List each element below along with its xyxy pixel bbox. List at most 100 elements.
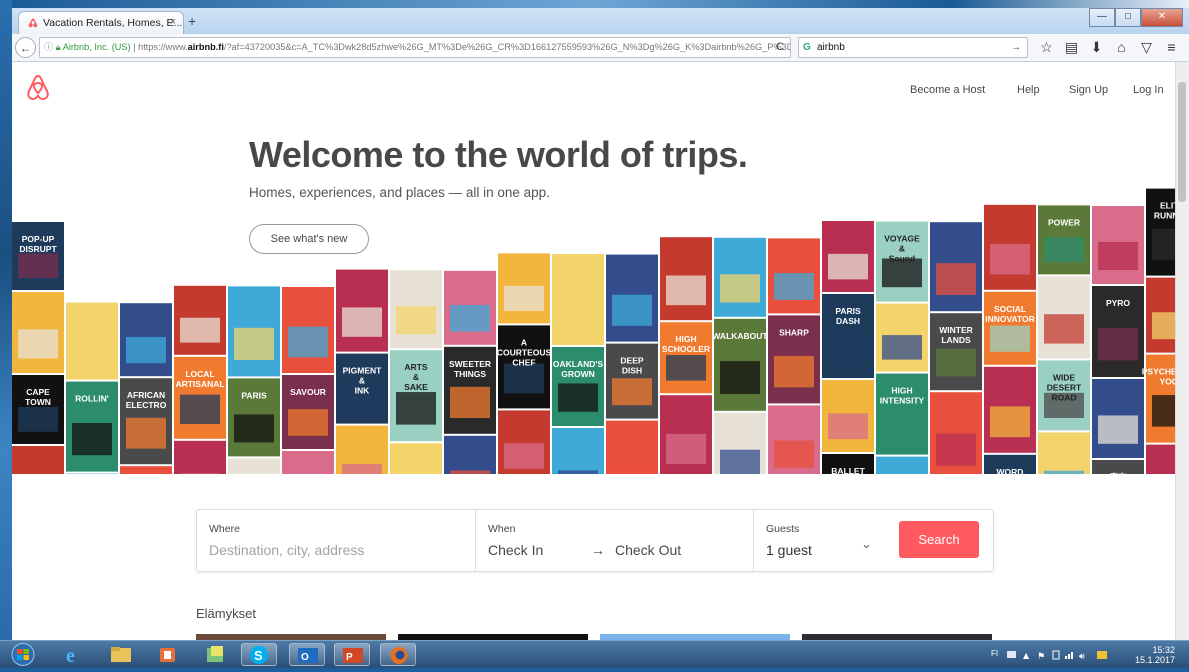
scrollbar-thumb[interactable]	[1178, 82, 1186, 202]
notes-icon[interactable]	[197, 643, 233, 666]
search-go-icon[interactable]: →	[1011, 38, 1021, 57]
trip-cover-title: DASH	[836, 316, 860, 326]
when-field[interactable]: When Check In → Check Out	[476, 510, 753, 571]
pocket-icon[interactable]: ▽	[1134, 38, 1159, 57]
clock-time: 15:32	[1135, 645, 1175, 655]
help-link[interactable]: Help	[1017, 84, 1040, 96]
trip-covers-collage: POP-UPDISRUPTCAPETOWNROLLIN'AFRICANELECT…	[12, 182, 1176, 474]
home-icon[interactable]: ⌂	[1109, 38, 1134, 57]
see-whats-new-button[interactable]: See what's new	[249, 224, 369, 254]
search-bar-value: airbnb	[817, 42, 845, 53]
back-button[interactable]: ←	[15, 37, 36, 58]
trip-cover: 東京	[1092, 460, 1144, 474]
system-tray-icons[interactable]: ▲ ⚑ 🔊︎	[1007, 649, 1122, 661]
bookmark-star-icon[interactable]: ☆	[1034, 38, 1059, 57]
where-input[interactable]: Destination, city, address	[209, 542, 364, 558]
trip-cover-art	[126, 337, 166, 363]
trip-cover-title: WINTER	[939, 325, 973, 335]
check-in-input[interactable]: Check In	[488, 542, 543, 558]
trip-cover-title: PIGMENT	[343, 366, 383, 376]
become-host-link[interactable]: Become a Host	[910, 84, 985, 96]
toolbar-icons: ☆ ▤ ⬇ ⌂ ▽ ≡	[1034, 38, 1184, 57]
file-explorer-icon[interactable]	[103, 643, 139, 666]
close-window-button[interactable]: ✕	[1141, 8, 1183, 27]
search-button[interactable]: Search	[899, 521, 979, 558]
trip-cover-art	[342, 307, 382, 336]
airbnb-logo-icon[interactable]	[25, 74, 51, 102]
trip-cover	[120, 466, 172, 474]
trip-cover-art	[936, 349, 976, 377]
guests-field[interactable]: Guests 1 guest ⌄	[754, 510, 884, 571]
trip-cover-title: INNOVATOR	[985, 314, 1035, 324]
trip-cover-title: PSYCHEDELIC	[1142, 367, 1176, 377]
check-out-input[interactable]: Check Out	[615, 542, 681, 558]
clock[interactable]: 15:32 15.1.2017	[1135, 645, 1175, 665]
site-identity: Airbnb, Inc. (US)	[63, 42, 131, 52]
trip-cover-art	[1152, 229, 1176, 260]
trip-cover-art	[990, 406, 1030, 437]
trip-cover: PYRO	[1092, 286, 1144, 377]
trip-cover-art	[774, 441, 814, 468]
site-info-icon[interactable]: ⓘ	[44, 42, 53, 52]
trip-cover: SWEETERTHINGS	[444, 347, 496, 434]
svg-text:▲: ▲	[1023, 651, 1030, 660]
lock-icon: 🔒︎	[56, 42, 61, 52]
trip-cover-image	[282, 451, 334, 474]
trip-cover-title: HIGH	[675, 334, 696, 344]
trip-cover-image	[120, 466, 172, 474]
trip-cover-art	[936, 263, 976, 295]
trip-cover-art	[558, 296, 598, 329]
start-button[interactable]	[8, 642, 38, 667]
browser-window: Vacation Rentals, Homes, E... × + — □ ✕ …	[12, 8, 1189, 640]
trip-cover	[228, 286, 280, 376]
menu-icon[interactable]: ≡	[1159, 38, 1184, 57]
trip-cover-image	[1038, 432, 1090, 474]
trip-cover-title: SWEETER	[449, 359, 491, 369]
media-player-icon[interactable]	[150, 643, 186, 666]
trip-cover-title: ARTS	[404, 362, 427, 372]
tab-close-icon[interactable]: ×	[170, 16, 176, 28]
firefox-icon[interactable]	[380, 643, 416, 666]
page-scrollbar[interactable]	[1175, 62, 1189, 640]
log-in-link[interactable]: Log In	[1133, 84, 1164, 96]
trip-cover-image	[444, 436, 496, 474]
trip-cover-art	[666, 355, 706, 381]
trip-cover: VOYAGE&Sound	[876, 222, 928, 302]
search-bar[interactable]: G airbnb →	[798, 37, 1028, 58]
download-icon[interactable]: ⬇	[1084, 38, 1109, 57]
trip-cover: POP-UPDISRUPT	[12, 222, 64, 290]
trip-cover	[660, 237, 712, 320]
trip-cover-title: INK	[355, 386, 371, 396]
internet-explorer-icon[interactable]: e	[56, 643, 92, 666]
airbnb-favicon-icon	[27, 17, 39, 29]
trip-cover	[174, 286, 226, 355]
browser-tab-airbnb[interactable]: Vacation Rentals, Homes, E... ×	[18, 11, 184, 34]
keyboard-language[interactable]: FI	[991, 649, 998, 658]
trip-cover-art	[180, 473, 220, 474]
trip-cover-art	[720, 450, 760, 474]
trip-cover	[390, 443, 442, 474]
guests-select[interactable]: 1 guest	[766, 542, 812, 558]
skype-icon[interactable]: S	[241, 643, 277, 666]
trip-cover-title: RUNNER	[1154, 211, 1176, 221]
chevron-down-icon[interactable]: ⌄	[861, 536, 872, 552]
url-separator: |	[133, 42, 135, 52]
new-tab-button[interactable]: +	[188, 13, 196, 29]
outlook-icon[interactable]: O	[289, 643, 325, 666]
sign-up-link[interactable]: Sign Up	[1069, 84, 1108, 96]
maximize-button[interactable]: □	[1115, 8, 1141, 27]
trip-cover	[984, 205, 1036, 290]
trip-cover-art	[666, 275, 706, 305]
where-field[interactable]: Where Destination, city, address	[197, 510, 475, 571]
trip-cover	[876, 304, 928, 372]
trip-cover-title: OAKLAND'S	[553, 359, 604, 369]
trip-cover-art	[936, 434, 976, 466]
reload-icon[interactable]: C	[776, 38, 784, 57]
reading-list-icon[interactable]: ▤	[1059, 38, 1084, 57]
powerpoint-icon[interactable]: P	[334, 643, 370, 666]
minimize-button[interactable]: —	[1089, 8, 1115, 27]
url-prefix: https://www.	[138, 42, 188, 52]
trip-cover-title: Sound	[889, 254, 915, 264]
trip-cover-title: GROWN	[561, 369, 595, 379]
address-bar[interactable]: ⓘ 🔒︎ Airbnb, Inc. (US) | https://www.air…	[39, 37, 791, 58]
